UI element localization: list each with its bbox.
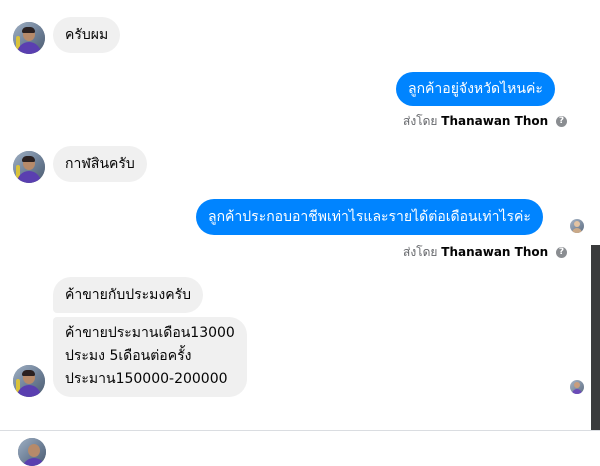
message-line: ประมง 5เดือนต่อครั้ง [65, 348, 192, 364]
sent-by-prefix: ส่งโดย [403, 245, 438, 259]
scrollbar[interactable] [591, 245, 600, 430]
message-text: ค้าขายกับประมงครับ [65, 287, 191, 303]
sent-by-prefix: ส่งโดย [403, 114, 438, 128]
contact-avatar[interactable] [13, 22, 45, 54]
message-text: ครับผม [65, 27, 109, 43]
incoming-message[interactable]: ค้าขายกับประมงครับ [53, 277, 203, 313]
composer-avatar [18, 438, 46, 466]
sent-by-label: ส่งโดย Thanawan Thon ? [403, 243, 567, 262]
sender-name[interactable]: Thanawan Thon [441, 114, 548, 128]
contact-avatar[interactable] [13, 151, 45, 183]
incoming-message[interactable]: กาฬสินครับ [53, 146, 147, 182]
sender-name[interactable]: Thanawan Thon [441, 245, 548, 259]
outgoing-message[interactable]: ลูกค้าประกอบอาชีพเท่าไรและรายได้ต่อเดือน… [196, 199, 543, 235]
question-circle-icon[interactable]: ? [556, 116, 567, 127]
incoming-message[interactable]: ค้าขายประมานเดือน13000 ประมง 5เดือนต่อคร… [53, 317, 247, 397]
message-input[interactable] [52, 432, 590, 447]
seen-avatar [570, 380, 584, 394]
message-text: ลูกค้าอยู่จังหวัดไหนค่ะ [408, 81, 543, 97]
seen-avatar [570, 219, 584, 233]
sent-by-label: ส่งโดย Thanawan Thon ? [403, 112, 567, 131]
contact-avatar[interactable] [13, 365, 45, 397]
question-circle-icon[interactable]: ? [556, 247, 567, 258]
outgoing-message[interactable]: ลูกค้าอยู่จังหวัดไหนค่ะ [396, 72, 555, 106]
message-text: ลูกค้าประกอบอาชีพเท่าไรและรายได้ต่อเดือน… [208, 209, 531, 225]
incoming-message[interactable]: ครับผม [53, 17, 121, 53]
message-text: กาฬสินครับ [65, 156, 135, 172]
message-line: ค้าขายประมานเดือน13000 [65, 325, 235, 341]
message-line: ประมาน150000-200000 [65, 371, 228, 387]
